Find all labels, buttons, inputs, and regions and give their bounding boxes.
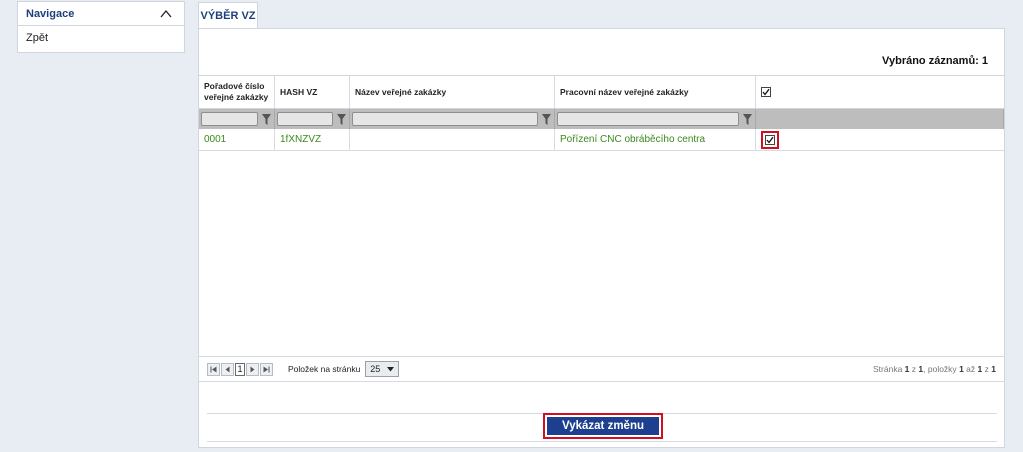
pager-info-to-word: až: [966, 364, 976, 374]
filter-row: [199, 109, 1004, 129]
prev-page-icon: [225, 366, 230, 372]
submit-highlight: Vykázat změnu: [543, 413, 663, 439]
column-header-number[interactable]: Pořadové číslo veřejné zakázky: [199, 76, 275, 108]
row-checkbox[interactable]: [765, 134, 775, 145]
filter-input-number[interactable]: [201, 112, 258, 126]
filter-icon[interactable]: [540, 113, 552, 125]
filter-cell-name: [350, 109, 555, 129]
cell-name: [350, 129, 555, 150]
column-header-working-name[interactable]: Pracovní název veřejné zakázky: [555, 76, 756, 108]
pager: 1 Položek na stránku 25 Stránka 1 z 1, p…: [199, 356, 1004, 382]
filter-icon[interactable]: [741, 113, 753, 125]
pager-info-total: 1: [991, 364, 996, 374]
navigation-header[interactable]: Navigace: [18, 2, 184, 26]
column-header-hash[interactable]: HASH VZ: [275, 76, 350, 108]
filter-input-working-name[interactable]: [557, 112, 739, 126]
filter-input-hash[interactable]: [277, 112, 333, 126]
nav-item-back[interactable]: Zpět: [18, 26, 184, 50]
pager-info-from: 1: [959, 364, 964, 374]
next-page-icon: [250, 366, 255, 372]
per-page-label: Položek na stránku: [288, 364, 361, 374]
first-page-icon: [210, 366, 217, 372]
pager-info-of: z: [911, 364, 917, 374]
navigation-panel: Navigace Zpět: [17, 1, 185, 53]
pager-info-items-word: , položky: [923, 364, 957, 374]
checkmark-icon: [766, 136, 774, 144]
report-change-button[interactable]: Vykázat změnu: [547, 417, 659, 435]
filter-icon[interactable]: [260, 113, 272, 125]
table-row[interactable]: 0001 1fXNZVZ Pořízení CNC obráběcího cen…: [199, 129, 1004, 151]
prev-page-button[interactable]: [221, 362, 234, 376]
per-page-select[interactable]: 25: [365, 361, 400, 377]
chevron-up-icon[interactable]: [160, 8, 172, 20]
last-page-icon: [263, 366, 270, 372]
navigation-title: Navigace: [26, 7, 75, 20]
pager-info-to: 1: [977, 364, 983, 374]
filter-cell-select: [756, 109, 1004, 129]
cell-number: 0001: [199, 129, 275, 150]
cell-select: [756, 129, 1004, 150]
filter-icon[interactable]: [335, 113, 347, 125]
select-all-checkbox[interactable]: [761, 87, 771, 97]
last-page-button[interactable]: [260, 362, 273, 376]
per-page-value: 25: [370, 364, 381, 374]
first-page-button[interactable]: [207, 362, 220, 376]
current-page[interactable]: 1: [235, 362, 245, 376]
chevron-down-icon: [387, 366, 395, 371]
column-header-select-all: [756, 76, 1004, 108]
selected-count: Vybráno záznamů: 1: [882, 55, 988, 67]
grid-header-row: Pořadové číslo veřejné zakázky HASH VZ N…: [199, 75, 1004, 109]
cell-working-name: Pořízení CNC obráběcího centra: [555, 129, 756, 150]
filter-cell-working-name: [555, 109, 756, 129]
filter-cell-hash: [275, 109, 350, 129]
pager-info-page-word: Stránka: [873, 364, 903, 374]
cell-hash: 1fXNZVZ: [275, 129, 350, 150]
column-header-name[interactable]: Název veřejné zakázky: [350, 76, 555, 108]
checkmark-icon: [762, 88, 770, 96]
main-panel: Vybráno záznamů: 1 Pořadové číslo veřejn…: [198, 28, 1005, 448]
data-grid: Pořadové číslo veřejné zakázky HASH VZ N…: [199, 75, 1004, 151]
pager-info-total-word: z: [984, 364, 989, 374]
divider: [207, 441, 997, 442]
filter-cell-number: [199, 109, 275, 129]
filter-input-name[interactable]: [352, 112, 538, 126]
next-page-button[interactable]: [246, 362, 259, 376]
pager-info-page: 1: [904, 364, 910, 374]
row-checkbox-highlight: [761, 130, 779, 149]
tab-vyber-vz[interactable]: VÝBĚR VZ: [198, 2, 258, 28]
pager-info: Stránka 1 z 1, položky 1 až 1 z 1: [873, 364, 996, 374]
